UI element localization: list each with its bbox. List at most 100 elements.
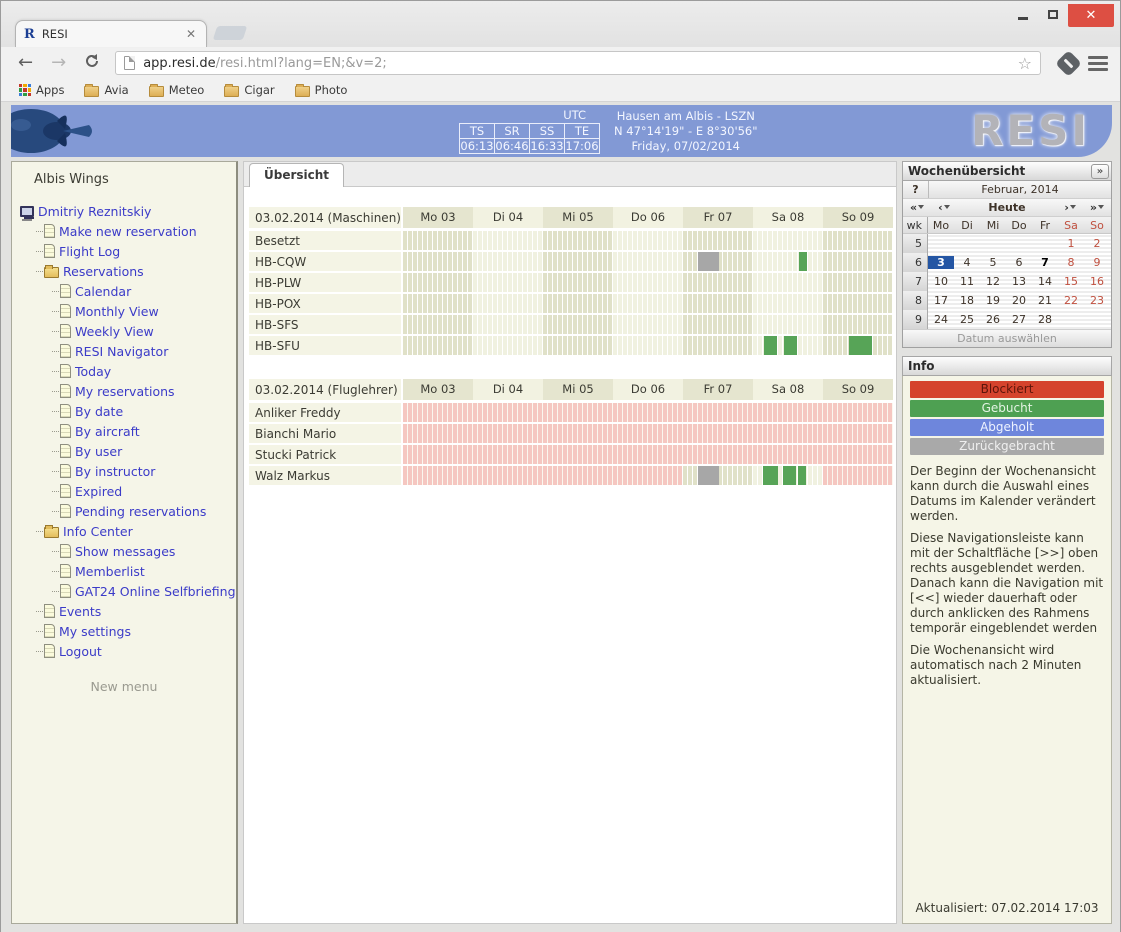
sidebar-item-events[interactable]: Events <box>12 601 236 621</box>
tab-close-icon[interactable]: ✕ <box>184 27 198 41</box>
next-month-button[interactable]: › <box>1057 201 1083 214</box>
calendar-day-cell-13[interactable]: 13 <box>1006 275 1032 288</box>
sidebar-item-expired[interactable]: Expired <box>12 481 236 501</box>
sidebar-item-dmitriy-reznitskiy[interactable]: Dmitriy Reznitskiy <box>12 201 236 221</box>
reservation-block-green[interactable] <box>799 252 807 271</box>
select-date-button[interactable]: Datum auswählen <box>903 329 1111 347</box>
sidebar-item-monthly-view[interactable]: Monthly View <box>12 301 236 321</box>
calendar-day-cell-17[interactable]: 17 <box>928 294 954 307</box>
calendar-day-cell-27[interactable]: 27 <box>1006 313 1032 326</box>
maximize-button[interactable] <box>1038 4 1068 24</box>
calendar-help-button[interactable]: ? <box>903 181 929 198</box>
timeline-track[interactable] <box>403 315 893 334</box>
calendar-day-cell-16[interactable]: 16 <box>1084 275 1110 288</box>
calendar-day-cell-20[interactable]: 20 <box>1006 294 1032 307</box>
timeline-track[interactable] <box>403 252 893 271</box>
extension-icon[interactable] <box>1055 50 1082 77</box>
reservation-block-gray[interactable] <box>698 466 719 485</box>
close-button[interactable]: ✕ <box>1068 4 1114 27</box>
tab-uebersicht[interactable]: Übersicht <box>249 163 344 187</box>
reservation-block-green[interactable] <box>763 466 778 485</box>
sidebar-item-today[interactable]: Today <box>12 361 236 381</box>
collapse-panel-button[interactable]: » <box>1091 164 1109 179</box>
sidebar-item-logout[interactable]: Logout <box>12 641 236 661</box>
calendar-month-label[interactable]: Februar, 2014 <box>929 181 1111 198</box>
reservation-block-green[interactable] <box>784 336 797 355</box>
sidebar-item-by-user[interactable]: By user <box>12 441 236 461</box>
sidebar-item-calendar[interactable]: Calendar <box>12 281 236 301</box>
calendar-day-cell-25[interactable]: 25 <box>954 313 980 326</box>
calendar-day-cell-3[interactable]: 3 <box>928 256 954 269</box>
sidebar-item-by-instructor[interactable]: By instructor <box>12 461 236 481</box>
url-bar[interactable]: app.resi.de/resi.html?lang=EN;&v=2; ☆ <box>115 51 1041 75</box>
calendar-day-cell-26[interactable]: 26 <box>980 313 1006 326</box>
sidebar-item-reservations[interactable]: Reservations <box>12 261 236 281</box>
calendar-day-cell-9[interactable]: 9 <box>1084 256 1110 269</box>
bookmark-cigar[interactable]: Cigar <box>216 83 282 97</box>
bookmark-photo[interactable]: Photo <box>287 83 356 97</box>
calendar-day-cell-14[interactable]: 14 <box>1032 275 1058 288</box>
reservation-block-gray[interactable] <box>698 252 719 271</box>
timeline-track[interactable] <box>403 403 893 422</box>
reservation-block-green[interactable] <box>849 336 872 355</box>
back-icon[interactable]: ← <box>9 54 42 72</box>
sidebar-item-make-new-reservation[interactable]: Make new reservation <box>12 221 236 241</box>
sidebar-item-info-center[interactable]: Info Center <box>12 521 236 541</box>
timeline-track[interactable] <box>403 294 893 313</box>
prev-month-button[interactable]: ‹ <box>931 201 957 214</box>
sidebar-item-show-messages[interactable]: Show messages <box>12 541 236 561</box>
calendar-day-cell-23[interactable]: 23 <box>1084 294 1110 307</box>
sidebar-item-memberlist[interactable]: Memberlist <box>12 561 236 581</box>
next-year-button[interactable]: » <box>1083 201 1111 214</box>
prev-year-button[interactable]: « <box>903 201 931 214</box>
calendar-day-cell-8[interactable]: 8 <box>1058 256 1084 269</box>
bookmark-meteo[interactable]: Meteo <box>141 83 213 97</box>
calendar-day-cell-4[interactable]: 4 <box>954 256 980 269</box>
sidebar-item-weekly-view[interactable]: Weekly View <box>12 321 236 341</box>
calendar-day-cell-28[interactable]: 28 <box>1032 313 1058 326</box>
forward-icon[interactable]: → <box>42 54 75 72</box>
calendar-day-cell-1[interactable]: 1 <box>1058 237 1084 250</box>
timeline-track[interactable] <box>403 336 893 355</box>
menu-icon[interactable] <box>1088 56 1108 71</box>
bookmark-avia[interactable]: Avia <box>76 83 136 97</box>
timeline-track[interactable] <box>403 445 893 464</box>
bookmark-star-icon[interactable]: ☆ <box>1018 54 1032 73</box>
new-tab-button[interactable] <box>213 26 248 40</box>
calendar-day-cell-2[interactable]: 2 <box>1084 237 1110 250</box>
url-text[interactable]: app.resi.de/resi.html?lang=EN;&v=2; <box>143 56 1017 71</box>
calendar-day-cell-12[interactable]: 12 <box>980 275 1006 288</box>
reservation-block-green[interactable] <box>783 466 796 485</box>
today-button[interactable]: Heute <box>957 201 1058 214</box>
sidebar-item-resi-navigator[interactable]: RESI Navigator <box>12 341 236 361</box>
sidebar-item-by-aircraft[interactable]: By aircraft <box>12 421 236 441</box>
browser-tab[interactable]: R RESI ✕ <box>15 20 207 47</box>
sidebar-item-my-settings[interactable]: My settings <box>12 621 236 641</box>
calendar-day-cell-10[interactable]: 10 <box>928 275 954 288</box>
new-menu-label[interactable]: New menu <box>12 679 236 694</box>
reservation-block-green[interactable] <box>798 466 806 485</box>
calendar-day-cell-21[interactable]: 21 <box>1032 294 1058 307</box>
sidebar-item-flight-log[interactable]: Flight Log <box>12 241 236 261</box>
bookmark-apps[interactable]: Apps <box>11 83 72 97</box>
reservation-block-green[interactable] <box>764 336 777 355</box>
calendar-day-cell-22[interactable]: 22 <box>1058 294 1084 307</box>
calendar-day-cell-18[interactable]: 18 <box>954 294 980 307</box>
calendar-day-cell-24[interactable]: 24 <box>928 313 954 326</box>
calendar-day-cell-15[interactable]: 15 <box>1058 275 1084 288</box>
reload-icon[interactable] <box>75 53 109 73</box>
sidebar-item-by-date[interactable]: By date <box>12 401 236 421</box>
calendar-day-cell-5[interactable]: 5 <box>980 256 1006 269</box>
timeline-track[interactable] <box>403 466 893 485</box>
sidebar-item-pending-reservations[interactable]: Pending reservations <box>12 501 236 521</box>
timeline-track[interactable] <box>403 424 893 443</box>
timeline-track[interactable] <box>403 273 893 292</box>
calendar-day-cell-6[interactable]: 6 <box>1006 256 1032 269</box>
sidebar-item-gat24-online-selfbriefing[interactable]: GAT24 Online Selfbriefing <box>12 581 236 601</box>
sidebar-item-my-reservations[interactable]: My reservations <box>12 381 236 401</box>
calendar-day-cell-19[interactable]: 19 <box>980 294 1006 307</box>
minimize-button[interactable] <box>1008 4 1038 24</box>
calendar-day-cell-7[interactable]: 7 <box>1032 256 1058 269</box>
timeline-track[interactable] <box>403 231 893 250</box>
calendar-day-cell-11[interactable]: 11 <box>954 275 980 288</box>
